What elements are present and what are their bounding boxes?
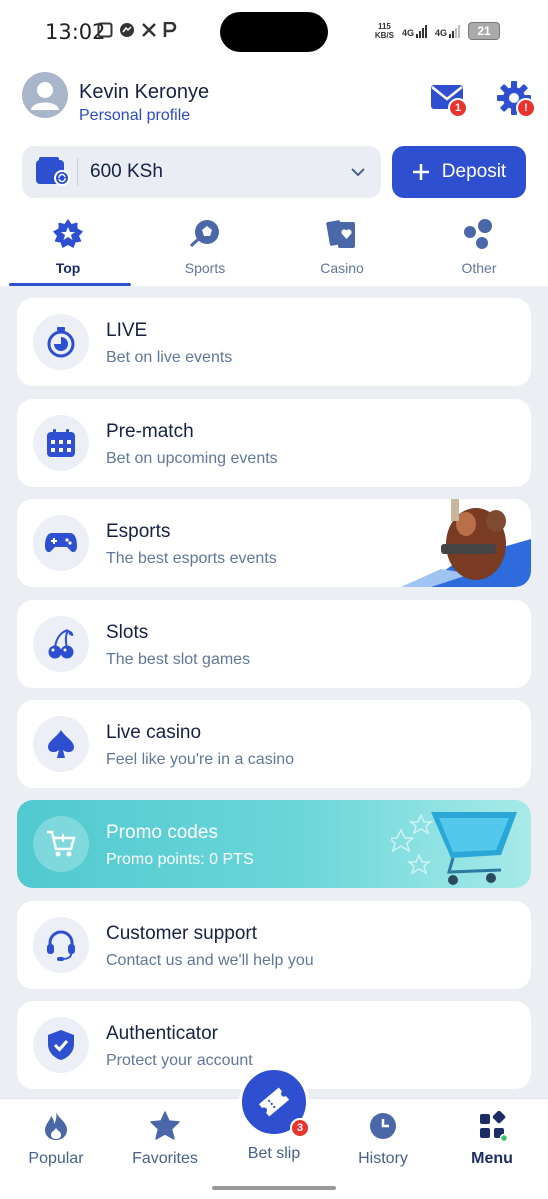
- category-tabs: Top Sports Casino Other: [0, 218, 548, 286]
- nav-betslip-label: Bet slip: [247, 1145, 301, 1162]
- menu-item-title: Promo codes: [106, 822, 218, 843]
- signal-sim2-icon: 4G: [434, 24, 460, 38]
- net-speed: 115 KB/S: [375, 22, 394, 40]
- screenshot-icon: [97, 22, 113, 38]
- shopping-basket-illustration: [391, 812, 517, 885]
- balance-amount: 600 KSh: [90, 161, 163, 182]
- user-name: Kevin Keronye: [79, 81, 210, 103]
- sim1-label: 4G: [401, 27, 414, 38]
- soccer-ball-icon: [189, 220, 219, 248]
- nav-menu-label: Menu: [471, 1150, 513, 1167]
- stopwatch-icon: [33, 314, 89, 370]
- menu-item-slots[interactable]: Slots The best slot games: [17, 600, 531, 688]
- gamepad-icon: [33, 515, 89, 571]
- nav-favorites[interactable]: Favorites: [120, 1111, 210, 1168]
- chevron-down-icon: [351, 168, 365, 177]
- tab-top-label: Top: [55, 260, 81, 276]
- grid-menu-icon: [480, 1110, 509, 1143]
- nav-popular[interactable]: Popular: [11, 1111, 101, 1168]
- messenger-icon: [120, 23, 134, 37]
- tab-casino[interactable]: Casino: [282, 218, 402, 286]
- tab-other[interactable]: Other: [419, 218, 539, 286]
- flame-icon: [45, 1112, 67, 1140]
- tab-casino-label: Casino: [320, 260, 364, 276]
- net-speed-value: 115: [377, 22, 391, 31]
- menu-item-subtitle: Protect your account: [106, 1052, 253, 1069]
- status-notification-icons: [97, 22, 177, 38]
- wallet-icon: [36, 157, 70, 186]
- messages-badge: 1: [448, 98, 468, 118]
- menu-item-subtitle: The best slot games: [106, 651, 251, 668]
- net-speed-unit: KB/S: [374, 31, 394, 40]
- menu-item-title: Live casino: [106, 722, 202, 743]
- status-system-icons: 115 KB/S 4G 4G 21: [375, 22, 500, 40]
- p-app-icon: [163, 22, 177, 37]
- menu-item-subtitle: Feel like you're in a casino: [106, 751, 295, 768]
- app-header: Kevin Keronye Personal profile 1 ! 600 K…: [0, 64, 548, 286]
- menu-item-customer-support[interactable]: Customer support Contact us and we'll he…: [17, 901, 531, 989]
- menu-item-title: Slots: [106, 622, 149, 643]
- tab-sports-label: Sports: [184, 260, 226, 276]
- personal-profile-link[interactable]: Personal profile: [79, 107, 190, 125]
- nav-history[interactable]: History: [338, 1111, 428, 1168]
- nav-menu[interactable]: Menu: [447, 1110, 537, 1168]
- menu-item-title: Pre-match: [106, 421, 194, 442]
- menu-item-live-casino[interactable]: Live casino Feel like you're in a casino: [17, 700, 531, 788]
- betslip-button[interactable]: 3: [239, 1067, 310, 1138]
- cherries-icon: [33, 616, 89, 672]
- spade-icon: [33, 716, 89, 772]
- menu-item-subtitle: The best esports events: [106, 550, 277, 567]
- clock-icon: [370, 1113, 396, 1139]
- nav-popular-label: Popular: [28, 1150, 84, 1167]
- messages-button[interactable]: 1: [428, 78, 468, 118]
- tab-sports[interactable]: Sports: [145, 218, 265, 286]
- x-icon: [142, 23, 156, 37]
- balance-selector[interactable]: 600 KSh: [22, 146, 381, 198]
- ticket-icon: [258, 1087, 290, 1117]
- camera-notch: [220, 12, 328, 52]
- menu-item-subtitle: Contact us and we'll help you: [106, 952, 314, 969]
- menu-item-title: Esports: [106, 521, 171, 542]
- menu-item-subtitle: Promo points: 0 PTS: [106, 851, 254, 868]
- signal-sim1-icon: 4G: [401, 24, 427, 38]
- user-icon: [31, 82, 59, 110]
- tab-top[interactable]: Top: [8, 218, 128, 286]
- menu-item-subtitle: Bet on upcoming events: [106, 450, 278, 467]
- deposit-button[interactable]: Deposit: [392, 146, 526, 198]
- nav-favorites-label: Favorites: [132, 1150, 198, 1167]
- shield-check-icon: [33, 1017, 89, 1073]
- betslip-badge: 3: [290, 1118, 310, 1138]
- menu-item-title: LIVE: [106, 320, 148, 341]
- bubbles-icon: [464, 219, 492, 249]
- menu-item-subtitle: Bet on live events: [106, 349, 233, 366]
- sim2-label: 4G: [434, 27, 447, 38]
- active-tab-indicator: [9, 283, 131, 286]
- menu-item-pre-match[interactable]: Pre-match Bet on upcoming events: [17, 399, 531, 487]
- nav-history-label: History: [358, 1150, 408, 1167]
- menu-item-title: Authenticator: [106, 1023, 218, 1044]
- star-badge-icon: [53, 219, 83, 248]
- esports-hero-illustration: [401, 499, 531, 587]
- deposit-label: Deposit: [441, 161, 507, 182]
- menu-item-esports[interactable]: Esports The best esports events: [17, 499, 531, 587]
- menu-item-promo-codes[interactable]: Promo codes Promo points: 0 PTS: [17, 800, 531, 888]
- settings-badge: !: [516, 98, 536, 118]
- avatar[interactable]: [22, 72, 68, 118]
- nav-betslip[interactable]: Bet slip: [229, 1145, 319, 1163]
- cart-icon: [33, 816, 89, 872]
- menu-item-title: Customer support: [106, 923, 258, 944]
- headset-icon: [33, 917, 89, 973]
- calendar-icon: [33, 415, 89, 471]
- battery-icon: 21: [468, 22, 500, 40]
- star-icon: [150, 1111, 180, 1140]
- status-bar: 13:02 115 KB/S 4G 4G 21: [0, 0, 548, 64]
- playing-cards-icon: [326, 220, 355, 248]
- settings-button[interactable]: !: [496, 78, 536, 118]
- menu-item-live[interactable]: LIVE Bet on live events: [17, 298, 531, 386]
- home-indicator[interactable]: [212, 1186, 336, 1190]
- plus-icon: [412, 164, 429, 180]
- tab-other-label: Other: [461, 260, 497, 276]
